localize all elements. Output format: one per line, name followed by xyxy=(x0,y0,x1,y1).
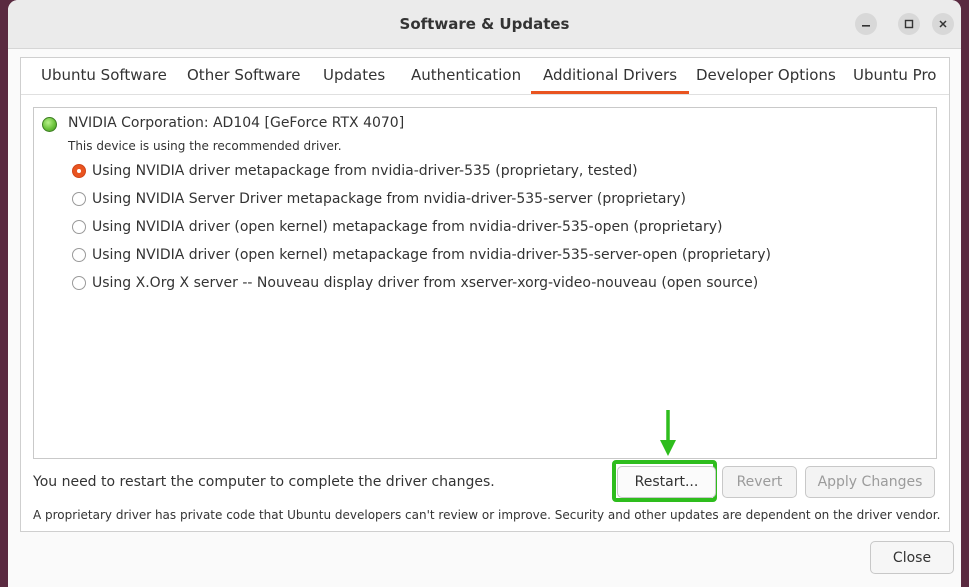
tab-bar: Ubuntu Software Other Software Updates A… xyxy=(21,58,949,95)
driver-option-nvidia-535-open[interactable]: Using NVIDIA driver (open kernel) metapa… xyxy=(72,217,722,237)
restart-message: You need to restart the computer to comp… xyxy=(33,474,495,490)
green-status-led-icon xyxy=(42,117,57,132)
close-window-button[interactable] xyxy=(932,13,954,35)
revert-button[interactable]: Revert xyxy=(722,466,797,498)
tab-developer-options[interactable]: Developer Options xyxy=(696,66,836,94)
maximize-icon xyxy=(904,19,914,29)
window-title: Software & Updates xyxy=(399,15,570,33)
driver-list: NVIDIA Corporation: AD104 [GeForce RTX 4… xyxy=(33,107,937,459)
tab-additional-drivers[interactable]: Additional Drivers xyxy=(531,66,690,94)
proprietary-driver-footnote: A proprietary driver has private code th… xyxy=(33,508,941,522)
radio-unselected[interactable] xyxy=(72,248,86,262)
restart-button[interactable]: Restart... xyxy=(617,466,716,498)
driver-option-label: Using NVIDIA driver (open kernel) metapa… xyxy=(92,247,771,263)
tab-ubuntu-pro[interactable]: Ubuntu Pro xyxy=(853,66,936,94)
radio-unselected[interactable] xyxy=(72,276,86,290)
tab-other-software[interactable]: Other Software xyxy=(187,66,300,94)
driver-option-label: Using NVIDIA Server Driver metapackage f… xyxy=(92,191,686,207)
driver-option-label: Using NVIDIA driver (open kernel) metapa… xyxy=(92,219,723,235)
radio-selected[interactable] xyxy=(72,164,86,178)
driver-option-nvidia-535-server[interactable]: Using NVIDIA Server Driver metapackage f… xyxy=(72,189,686,209)
tab-authentication[interactable]: Authentication xyxy=(411,66,521,94)
radio-unselected[interactable] xyxy=(72,192,86,206)
device-status: This device is using the recommended dri… xyxy=(68,139,342,153)
settings-notebook: Ubuntu Software Other Software Updates A… xyxy=(20,57,950,532)
driver-option-label: Using X.Org X server -- Nouveau display … xyxy=(92,275,759,291)
driver-option-label: Using NVIDIA driver metapackage from nvi… xyxy=(92,163,638,179)
titlebar[interactable]: Software & Updates xyxy=(8,0,961,49)
software-updates-window: Software & Updates Ubuntu Software Other… xyxy=(8,0,961,587)
close-button[interactable]: Close xyxy=(870,541,954,574)
device-name: NVIDIA Corporation: AD104 [GeForce RTX 4… xyxy=(68,115,405,131)
minimize-icon xyxy=(862,25,870,27)
minimize-button[interactable] xyxy=(855,13,877,35)
apply-changes-button[interactable]: Apply Changes xyxy=(805,466,935,498)
maximize-button[interactable] xyxy=(898,13,920,35)
driver-option-nvidia-535-server-open[interactable]: Using NVIDIA driver (open kernel) metapa… xyxy=(72,245,771,265)
driver-option-nouveau[interactable]: Using X.Org X server -- Nouveau display … xyxy=(72,273,758,293)
tab-updates[interactable]: Updates xyxy=(323,66,385,94)
close-icon xyxy=(939,20,947,28)
tab-ubuntu-software[interactable]: Ubuntu Software xyxy=(41,66,167,94)
radio-unselected[interactable] xyxy=(72,220,86,234)
driver-option-nvidia-535[interactable]: Using NVIDIA driver metapackage from nvi… xyxy=(72,161,638,181)
down-arrow-annotation-icon xyxy=(660,410,676,456)
